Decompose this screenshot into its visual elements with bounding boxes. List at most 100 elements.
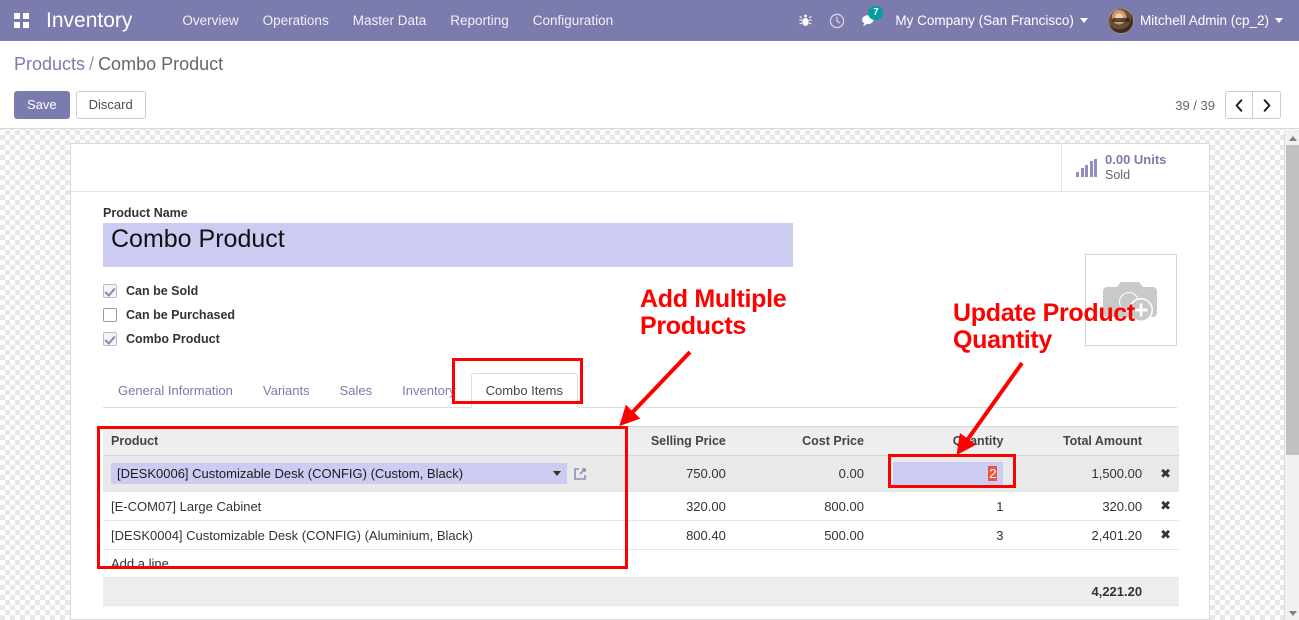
chevron-right-icon[interactable] bbox=[1253, 91, 1281, 119]
cell-quantity[interactable]: 3 bbox=[872, 521, 1011, 550]
table-row[interactable]: [DESK0004] Customizable Desk (CONFIG) (A… bbox=[103, 521, 1179, 550]
external-link-icon[interactable] bbox=[573, 467, 587, 481]
add-line-row[interactable]: Add a line bbox=[103, 550, 1179, 578]
quantity-input[interactable]: 2 bbox=[893, 462, 1003, 485]
chevron-down-icon bbox=[1080, 18, 1088, 23]
column-header-total-amount[interactable]: Total Amount bbox=[1011, 427, 1150, 456]
cell-cost-price[interactable]: 500.00 bbox=[734, 521, 872, 550]
scroll-down-arrow-icon[interactable] bbox=[1285, 606, 1299, 620]
close-x-icon[interactable]: ✖ bbox=[1158, 466, 1171, 481]
company-switcher[interactable]: My Company (San Francisco) bbox=[885, 13, 1098, 28]
user-menu[interactable]: Mitchell Admin (cp_2) bbox=[1098, 8, 1293, 34]
app-brand-title[interactable]: Inventory bbox=[46, 9, 132, 33]
top-navbar: Inventory Overview Operations Master Dat… bbox=[0, 0, 1299, 41]
field-can-be-sold[interactable]: Can be Sold bbox=[103, 279, 1177, 303]
column-header-cost-price[interactable]: Cost Price bbox=[734, 427, 872, 456]
bug-icon[interactable] bbox=[789, 0, 821, 41]
tab-inventory[interactable]: Inventory bbox=[387, 373, 470, 408]
chat-icon[interactable]: 7 bbox=[853, 0, 885, 41]
record-pager: 39 / 39 bbox=[1175, 91, 1281, 119]
chat-badge-count: 7 bbox=[868, 6, 883, 20]
scroll-up-arrow-icon[interactable] bbox=[1285, 131, 1299, 145]
record-action-buttons: Save Discard bbox=[14, 91, 146, 119]
cell-quantity[interactable]: 2 bbox=[872, 456, 1011, 492]
cell-product[interactable]: [DESK0004] Customizable Desk (CONFIG) (A… bbox=[103, 521, 595, 550]
cell-product[interactable]: [DESK0006] Customizable Desk (CONFIG) (C… bbox=[103, 456, 595, 492]
stat-label: Sold bbox=[1105, 168, 1166, 182]
quantity-value: 2 bbox=[988, 466, 997, 481]
notebook-tabs: General Information Variants Sales Inven… bbox=[103, 373, 1177, 408]
vertical-scrollbar[interactable] bbox=[1284, 131, 1299, 620]
camera-plus-icon bbox=[1101, 273, 1161, 327]
column-header-actions bbox=[1150, 427, 1179, 456]
field-combo-product[interactable]: Combo Product bbox=[103, 327, 1177, 351]
cell-delete[interactable]: ✖ bbox=[1150, 456, 1179, 492]
total-amount-value: 4,221.20 bbox=[1011, 578, 1150, 606]
product-flags-group: Can be Sold Can be Purchased Combo Produ… bbox=[103, 279, 1177, 351]
navbar-right-group: 7 My Company (San Francisco) Mitchell Ad… bbox=[789, 0, 1299, 41]
close-x-icon[interactable]: ✖ bbox=[1158, 498, 1171, 513]
scrollbar-thumb[interactable] bbox=[1286, 145, 1299, 455]
product-dropdown-input[interactable]: [DESK0006] Customizable Desk (CONFIG) (C… bbox=[111, 463, 567, 484]
combo-items-table-container: Product Selling Price Cost Price Quantit… bbox=[103, 426, 1179, 606]
main-menu: Overview Operations Master Data Reportin… bbox=[170, 1, 625, 40]
cell-selling-price[interactable]: 750.00 bbox=[595, 456, 734, 492]
cell-quantity[interactable]: 1 bbox=[872, 492, 1011, 521]
user-name: Mitchell Admin (cp_2) bbox=[1140, 13, 1269, 28]
column-header-selling-price[interactable]: Selling Price bbox=[595, 427, 734, 456]
combo-items-table: Product Selling Price Cost Price Quantit… bbox=[103, 426, 1179, 606]
column-header-product[interactable]: Product bbox=[103, 427, 595, 456]
total-spacer bbox=[103, 578, 1011, 606]
cell-selling-price[interactable]: 800.40 bbox=[595, 521, 734, 550]
close-x-icon[interactable]: ✖ bbox=[1158, 527, 1171, 542]
menu-item-configuration[interactable]: Configuration bbox=[521, 1, 625, 40]
menu-item-overview[interactable]: Overview bbox=[170, 1, 250, 40]
cell-cost-price[interactable]: 0.00 bbox=[734, 456, 872, 492]
product-name-label: Product Name bbox=[103, 206, 1177, 220]
cell-product[interactable]: [E-COM07] Large Cabinet bbox=[103, 492, 595, 521]
can-be-purchased-checkbox[interactable] bbox=[103, 308, 117, 322]
clock-icon[interactable] bbox=[821, 0, 853, 41]
product-value: [DESK0006] Customizable Desk (CONFIG) (C… bbox=[117, 466, 463, 481]
cell-cost-price[interactable]: 800.00 bbox=[734, 492, 872, 521]
product-image-upload[interactable] bbox=[1085, 254, 1177, 346]
can-be-sold-checkbox[interactable] bbox=[103, 284, 117, 298]
caret-down-icon[interactable] bbox=[553, 471, 561, 476]
cell-selling-price[interactable]: 320.00 bbox=[595, 492, 734, 521]
discard-button[interactable]: Discard bbox=[76, 91, 146, 119]
tab-combo-items[interactable]: Combo Items bbox=[471, 373, 578, 408]
menu-item-reporting[interactable]: Reporting bbox=[438, 1, 521, 40]
total-actions-spacer bbox=[1150, 578, 1179, 606]
cell-total-amount: 2,401.20 bbox=[1011, 521, 1150, 550]
grid-apps-icon[interactable] bbox=[4, 13, 38, 28]
notebook: General Information Variants Sales Inven… bbox=[103, 373, 1177, 606]
table-row[interactable]: [E-COM07] Large Cabinet 320.00 800.00 1 … bbox=[103, 492, 1179, 521]
breadcrumb-products-link[interactable]: Products bbox=[14, 54, 85, 74]
tab-variants[interactable]: Variants bbox=[248, 373, 325, 408]
product-name-input[interactable]: Combo Product bbox=[103, 223, 793, 267]
tab-sales[interactable]: Sales bbox=[325, 373, 388, 408]
stat-button-units-sold[interactable]: 0.00 Units Sold bbox=[1061, 144, 1209, 191]
chevron-down-icon bbox=[1275, 18, 1283, 23]
tab-general-information[interactable]: General Information bbox=[103, 373, 248, 408]
add-a-line-link[interactable]: Add a line bbox=[103, 550, 1179, 578]
stat-value: 0.00 Units bbox=[1105, 153, 1166, 168]
can-be-purchased-label: Can be Purchased bbox=[126, 308, 235, 322]
combo-product-checkbox[interactable] bbox=[103, 332, 117, 346]
save-button[interactable]: Save bbox=[14, 91, 70, 119]
table-header-row: Product Selling Price Cost Price Quantit… bbox=[103, 427, 1179, 456]
column-header-quantity[interactable]: Quantity bbox=[872, 427, 1011, 456]
cell-total-amount: 320.00 bbox=[1011, 492, 1150, 521]
breadcrumb-separator: / bbox=[89, 54, 94, 74]
breadcrumb-current: Combo Product bbox=[98, 54, 223, 74]
menu-item-operations[interactable]: Operations bbox=[251, 1, 341, 40]
field-can-be-purchased[interactable]: Can be Purchased bbox=[103, 303, 1177, 327]
company-name: My Company (San Francisco) bbox=[895, 13, 1074, 28]
combo-product-label: Combo Product bbox=[126, 332, 220, 346]
cell-delete[interactable]: ✖ bbox=[1150, 492, 1179, 521]
cell-delete[interactable]: ✖ bbox=[1150, 521, 1179, 550]
table-row[interactable]: [DESK0006] Customizable Desk (CONFIG) (C… bbox=[103, 456, 1179, 492]
chevron-left-icon[interactable] bbox=[1225, 91, 1253, 119]
menu-item-master-data[interactable]: Master Data bbox=[341, 1, 439, 40]
stat-button-box: 0.00 Units Sold bbox=[71, 144, 1209, 192]
